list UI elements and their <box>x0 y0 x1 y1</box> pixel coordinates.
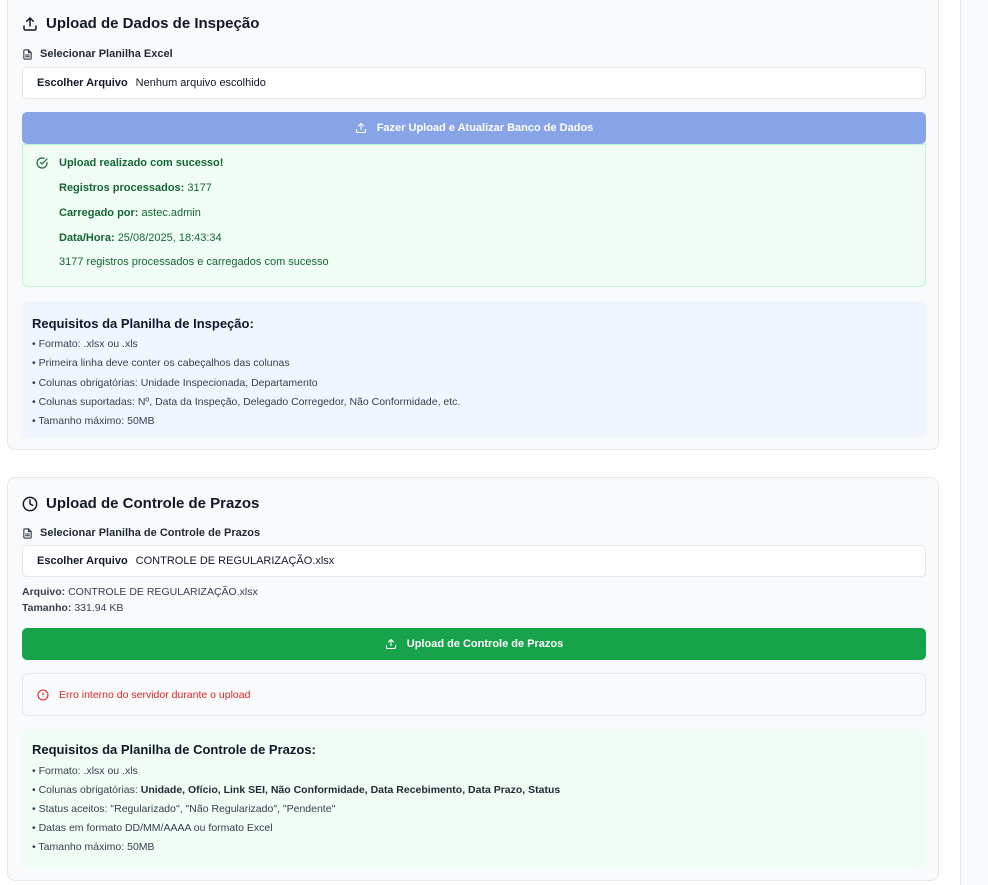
deadlines-upload-button-label: Upload de Controle de Prazos <box>406 638 564 650</box>
deadlines-title-text: Upload de Controle de Prazos <box>46 495 260 512</box>
success-heading: Upload realizado com sucesso! <box>59 157 224 169</box>
deadlines-requirements-title: Requisitos da Planilha de Controle de Pr… <box>32 742 316 757</box>
requirement-item: • Datas em formato DD/MM/AAAA ou formato… <box>32 822 273 834</box>
inspection-card-title: Upload de Dados de Inspeção <box>22 15 259 32</box>
upload-success-panel: Upload realizado com sucesso! Registros … <box>22 144 926 287</box>
requirement-item: • Colunas obrigatórias: Unidade Inspecio… <box>32 377 318 389</box>
selected-file-size-value: 331.94 KB <box>74 602 124 614</box>
inspection-requirements-panel: Requisitos da Planilha de Inspeção: • Fo… <box>22 301 926 438</box>
records-processed-label: Registros processados: <box>59 182 185 194</box>
spreadsheet-file-icon <box>23 527 32 539</box>
deadlines-select-label: Selecionar Planilha de Controle de Prazo… <box>22 527 260 539</box>
requirement-item: • Colunas suportadas: Nº, Data da Inspeç… <box>32 396 461 408</box>
clock-icon <box>22 496 38 511</box>
inspection-file-input[interactable]: Escolher Arquivo Nenhum arquivo escolhid… <box>22 67 926 99</box>
upload-datetime: Data/Hora: 25/08/2025, 18:43:34 <box>59 232 222 244</box>
deadlines-upload-button[interactable]: Upload de Controle de Prazos <box>22 628 926 660</box>
requirement-columns-prefix: • Colunas obrigatórias: <box>32 784 141 796</box>
requirement-item: • Tamanho máximo: 50MB <box>32 841 155 853</box>
inspection-select-label-text: Selecionar Planilha Excel <box>40 48 173 60</box>
inspection-upload-button-label: Fazer Upload e Atualizar Banco de Dados <box>376 122 594 134</box>
selected-file-label: Arquivo: <box>22 586 66 598</box>
deadlines-card-title: Upload de Controle de Prazos <box>22 495 259 512</box>
loaded-by-label: Carregado por: <box>59 207 139 219</box>
requirement-item: • Tamanho máximo: 50MB <box>32 415 155 427</box>
selected-file-size: Tamanho: 331.94 KB <box>22 602 123 614</box>
success-message: 3177 registros processados e carregados … <box>59 256 329 268</box>
selected-file-value: CONTROLE DE REGULARIZAÇÃO.xlsx <box>68 586 258 598</box>
upload-error-alert: Erro interno do servidor durante o uploa… <box>22 673 926 716</box>
requirement-item-columns: • Colunas obrigatórias: Unidade, Ofício,… <box>32 784 560 796</box>
upload-datetime-label: Data/Hora: <box>59 232 115 244</box>
upload-error-message: Erro interno do servidor durante o uploa… <box>59 688 251 701</box>
inspection-select-label: Selecionar Planilha Excel <box>22 48 173 60</box>
check-circle-icon <box>36 157 48 169</box>
loaded-by-value: astec.admin <box>141 207 201 219</box>
requirement-columns-value: Unidade, Ofício, Link SEI, Não Conformid… <box>140 784 561 796</box>
right-sidebar-edge <box>960 0 988 885</box>
selected-file-size-label: Tamanho: <box>22 602 72 614</box>
loaded-by: Carregado por: astec.admin <box>59 207 201 219</box>
inspection-requirements-title: Requisitos da Planilha de Inspeção: <box>32 316 254 331</box>
deadlines-select-label-text: Selecionar Planilha de Controle de Prazo… <box>40 527 261 539</box>
records-processed-value: 3177 <box>187 182 212 194</box>
inspection-choose-file-button[interactable]: Escolher Arquivo <box>37 77 128 89</box>
records-processed: Registros processados: 3177 <box>59 182 212 194</box>
inspection-upload-button[interactable]: Fazer Upload e Atualizar Banco de Dados <box>22 112 926 144</box>
inspection-upload-card: Upload de Dados de Inspeção Selecionar P… <box>7 0 939 450</box>
deadlines-choose-file-button[interactable]: Escolher Arquivo <box>37 555 128 567</box>
spreadsheet-file-icon <box>23 48 32 60</box>
deadlines-upload-card: Upload de Controle de Prazos Selecionar … <box>7 477 939 881</box>
upload-icon <box>385 638 396 650</box>
requirement-item: • Primeira linha deve conter os cabeçalh… <box>32 357 290 369</box>
requirement-item: • Formato: .xlsx ou .xls <box>32 765 138 777</box>
deadlines-file-input[interactable]: Escolher Arquivo CONTROLE DE REGULARIZAÇ… <box>22 545 926 577</box>
inspection-file-input-value: Nenhum arquivo escolhido <box>135 77 266 89</box>
alert-circle-icon <box>37 688 49 701</box>
upload-datetime-value: 25/08/2025, 18:43:34 <box>117 232 222 244</box>
upload-icon <box>355 122 366 134</box>
inspection-title-text: Upload de Dados de Inspeção <box>46 15 260 32</box>
deadlines-file-input-value: CONTROLE DE REGULARIZAÇÃO.xlsx <box>135 555 335 567</box>
selected-file-info: Arquivo: CONTROLE DE REGULARIZAÇÃO.xlsx <box>22 586 258 598</box>
deadlines-requirements-panel: Requisitos da Planilha de Controle de Pr… <box>22 730 926 868</box>
upload-icon <box>23 16 37 31</box>
requirement-item: • Formato: .xlsx ou .xls <box>32 338 138 350</box>
requirement-item: • Status aceitos: "Regularizado", "Não R… <box>32 803 336 815</box>
